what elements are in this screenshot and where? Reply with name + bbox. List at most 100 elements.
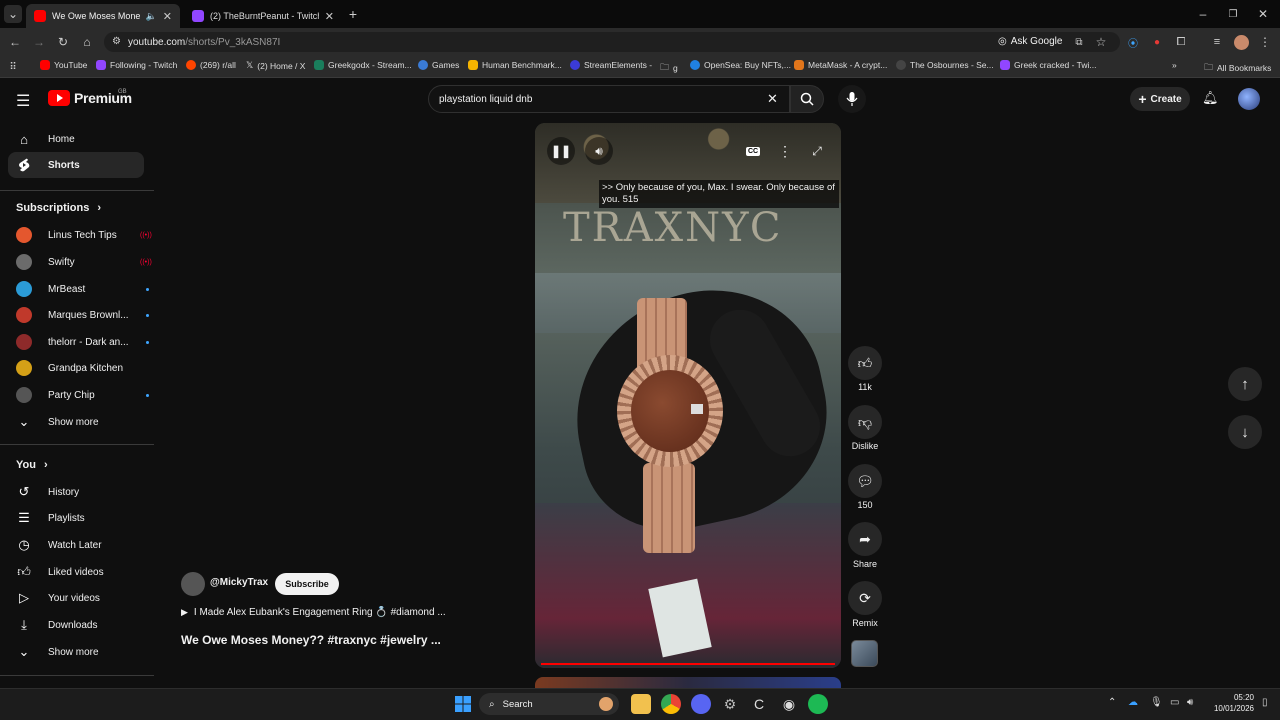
voice-search-button[interactable] (838, 85, 866, 113)
next-short-button[interactable]: ↓ (1228, 415, 1262, 449)
create-button[interactable]: + Create (1130, 87, 1190, 111)
like-button[interactable]: 👍︎ (848, 346, 882, 380)
chrome-taskbar-icon[interactable] (661, 694, 681, 714)
taskbar-search[interactable]: ⌕ Search (479, 693, 619, 715)
restore-icon[interactable]: ❐ (1224, 5, 1242, 23)
back-icon[interactable]: ← (6, 33, 24, 51)
progress-bar[interactable] (541, 663, 835, 665)
subscribe-button[interactable]: Subscribe (275, 573, 339, 595)
you-heading[interactable]: You › (16, 459, 48, 471)
bookmark-item[interactable]: Games (418, 60, 459, 70)
file-explorer-icon[interactable] (631, 694, 651, 714)
nav-playlists[interactable]: ☰ Playlists (8, 505, 144, 531)
bookmark-item[interactable]: The Osbournes - Se... (896, 60, 994, 70)
bookmarks-overflow-icon[interactable]: » (1172, 60, 1177, 70)
bookmark-item[interactable]: Human Benchmark... (468, 60, 562, 70)
nav-downloads[interactable]: ⤓ Downloads (8, 612, 144, 638)
bookmark-item[interactable]: StreamElements - (570, 60, 652, 70)
nav-your-videos[interactable]: ▷ Your videos (8, 585, 144, 611)
you-show-more[interactable]: ⌄ Show more (8, 639, 144, 665)
bookmark-item[interactable]: OpenSea: Buy NFTs,... (690, 60, 791, 70)
subscription-item[interactable]: Party Chip (16, 385, 149, 405)
subscription-item[interactable]: thelorr - Dark an... (16, 332, 149, 352)
minimize-icon[interactable]: – (1194, 5, 1212, 23)
nav-home[interactable]: ⌂ Home (8, 126, 144, 152)
fullscreen-button[interactable]: ⤢ (803, 137, 831, 165)
share-button[interactable]: ➦ (848, 522, 882, 556)
ccleaner-icon[interactable]: C (749, 694, 769, 714)
more-options-button[interactable]: ⋮ (771, 137, 799, 165)
volume-tray-icon[interactable]: 🔊︎ (1187, 697, 1193, 708)
apps-grid-icon[interactable]: ⠿ (4, 58, 22, 76)
nav-history[interactable]: ↺ History (8, 479, 144, 505)
bookmark-folder[interactable]: 🗀 g (660, 60, 678, 76)
spotify-icon[interactable] (808, 694, 828, 714)
bookmark-item[interactable]: Greekgodx - Stream... (314, 60, 412, 70)
nav-liked-videos[interactable]: 👍︎ Liked videos (8, 559, 144, 585)
account-avatar[interactable] (1238, 88, 1260, 110)
notifications-bell-icon[interactable]: 🔔︎ (1202, 90, 1219, 106)
channel-handle[interactable]: @MickyTrax (210, 577, 268, 588)
bookmark-item[interactable]: YouTube (40, 60, 87, 70)
previous-short-button[interactable]: ↑ (1228, 367, 1262, 401)
new-tab-icon[interactable]: + (344, 5, 362, 23)
clear-search-icon[interactable]: ✕ (767, 91, 778, 107)
address-bar[interactable]: ⚙ youtube.com/shorts/Pv_3kASN87I (104, 32, 1120, 52)
bookmark-item[interactable]: 𝕏 (2) Home / X (246, 60, 305, 71)
tab-youtube[interactable]: We Owe Moses Money?? # 🔈 ✕ (26, 4, 180, 28)
bookmark-item[interactable]: Following - Twitch (96, 60, 177, 70)
next-short-preview[interactable] (535, 677, 841, 688)
nav-watch-later[interactable]: ◷ Watch Later (8, 532, 144, 558)
subscriptions-show-more[interactable]: ⌄ Show more (8, 409, 144, 435)
subscription-item[interactable]: Grandpa Kitchen (16, 358, 136, 378)
extensions-puzzle-icon[interactable]: ⧠ (1172, 33, 1190, 51)
clock[interactable]: 05:20 10/01/2026 (1206, 692, 1254, 714)
dislike-button[interactable]: 👎︎ (848, 405, 882, 439)
guide-menu-icon[interactable]: ☰ (16, 91, 30, 111)
subscriptions-heading[interactable]: Subscriptions › (16, 202, 101, 214)
short-title[interactable]: We Owe Moses Money?? #traxnyc #jewelry .… (181, 633, 441, 647)
bookmark-item[interactable]: (269) r/all (186, 60, 236, 70)
speaker-icon[interactable]: 🔈 (146, 11, 157, 22)
comments-button[interactable]: 💬︎ (848, 464, 882, 498)
sound-thumbnail[interactable] (851, 640, 878, 667)
bookmark-star-icon[interactable]: ☆ (1092, 33, 1110, 51)
extension-wave-icon[interactable]: ⦿ (1124, 33, 1142, 51)
channel-avatar[interactable] (181, 572, 205, 596)
home-icon[interactable]: ⌂ (78, 33, 96, 51)
ask-google-button[interactable]: ◎ Ask Google (998, 36, 1062, 47)
close-tab-icon[interactable]: ✕ (325, 10, 334, 23)
extension-red-icon[interactable]: ● (1148, 33, 1166, 51)
install-app-icon[interactable]: ⧉ (1070, 33, 1088, 51)
media-controls-icon[interactable]: ≡ (1208, 33, 1226, 51)
reload-icon[interactable]: ↻ (54, 33, 72, 51)
remix-button[interactable]: ⟳ (848, 581, 882, 615)
discord-icon[interactable] (691, 694, 711, 714)
bookmark-item[interactable]: Greek cracked - Twi... (1000, 60, 1097, 70)
close-tab-icon[interactable]: ✕ (163, 10, 172, 23)
bookmark-item[interactable]: MetaMask - A crypt... (794, 60, 887, 70)
start-button[interactable] (453, 694, 473, 714)
search-button[interactable] (790, 85, 824, 113)
pause-button[interactable]: ❚❚ (547, 137, 575, 165)
tab-search-icon[interactable]: ⌄ (4, 5, 22, 23)
subscription-item[interactable]: MrBeast (16, 279, 149, 299)
volume-button[interactable]: 🔊︎ (585, 137, 613, 165)
shorts-video-player[interactable]: TRAXNYC >> Only because of you, Max. I s… (535, 123, 841, 668)
captions-button[interactable]: CC (739, 137, 767, 165)
network-icon[interactable]: ▭ (1170, 697, 1179, 708)
microphone-tray-icon[interactable]: 🎙︎ (1150, 697, 1163, 708)
notification-center-icon[interactable]: ▯ (1262, 697, 1268, 708)
subscription-item[interactable]: Linus Tech Tips ((•)) (16, 225, 152, 245)
nav-shorts[interactable]: Shorts (8, 152, 144, 178)
show-hidden-icons-icon[interactable]: ⌃ (1108, 697, 1116, 708)
related-video-link[interactable]: ▶ I Made Alex Eubank's Engagement Ring 💍 … (181, 607, 446, 618)
subscription-item[interactable]: Swifty ((•)) (16, 252, 152, 272)
settings-gear-icon[interactable]: ⚙ (720, 694, 740, 714)
steam-icon[interactable]: ◉ (779, 694, 799, 714)
onedrive-icon[interactable]: ☁ (1128, 697, 1138, 708)
search-input[interactable]: playstation liquid dnb ✕ (428, 85, 790, 113)
subscription-item[interactable]: Marques Brownl... (16, 305, 149, 325)
all-bookmarks[interactable]: 🗀 All Bookmarks (1204, 60, 1271, 76)
forward-icon[interactable]: → (30, 33, 48, 51)
